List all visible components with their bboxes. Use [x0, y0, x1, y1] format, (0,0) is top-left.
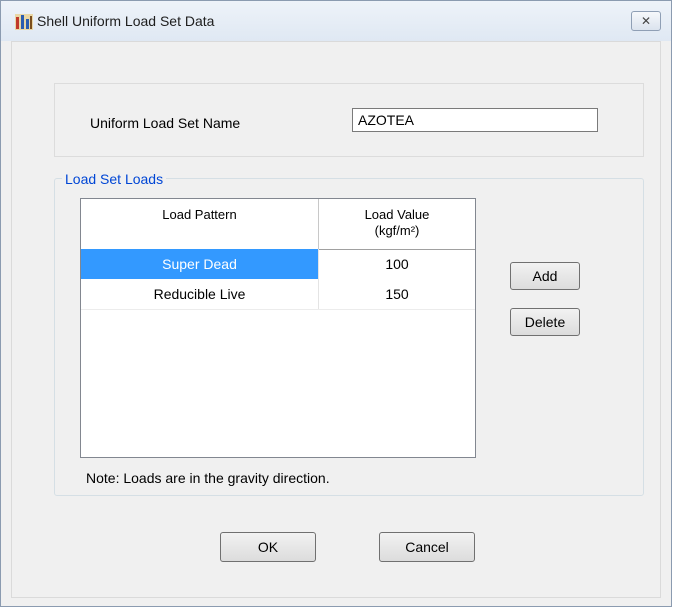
add-button[interactable]: Add: [510, 262, 580, 290]
cancel-button[interactable]: Cancel: [379, 532, 475, 562]
load-pattern-cell[interactable]: Reducible Live: [81, 279, 319, 309]
load-pattern-cell[interactable]: Super Dead: [81, 249, 319, 279]
table-header: Load Pattern Load Value (kgf/m²): [81, 199, 475, 250]
load-value-units: (kgf/m²): [374, 223, 420, 238]
load-set-loads-title: Load Set Loads: [62, 171, 167, 187]
delete-button[interactable]: Delete: [510, 308, 580, 336]
column-header-load-pattern[interactable]: Load Pattern: [81, 199, 319, 249]
load-set-name-label: Uniform Load Set Name: [90, 115, 241, 131]
column-header-load-value[interactable]: Load Value (kgf/m²): [319, 199, 475, 249]
table-row[interactable]: Super Dead 100: [81, 249, 475, 279]
load-pattern-header-text: Load Pattern: [162, 207, 237, 222]
ok-button[interactable]: OK: [220, 532, 316, 562]
load-value-header-text: Load Value: [364, 207, 430, 222]
app-icon: [15, 14, 33, 30]
loads-table[interactable]: Load Pattern Load Value (kgf/m²) Super D…: [80, 198, 476, 458]
table-row[interactable]: Reducible Live 150: [81, 279, 475, 310]
load-value-cell[interactable]: 100: [319, 249, 475, 279]
window-title: Shell Uniform Load Set Data: [37, 13, 215, 29]
load-set-name-input[interactable]: AZOTEA: [352, 108, 598, 132]
gravity-direction-note: Note: Loads are in the gravity direction…: [86, 470, 330, 486]
load-value-cell[interactable]: 150: [319, 279, 475, 309]
title-bar[interactable]: Shell Uniform Load Set Data ✕: [1, 1, 671, 41]
close-icon[interactable]: ✕: [631, 11, 661, 31]
